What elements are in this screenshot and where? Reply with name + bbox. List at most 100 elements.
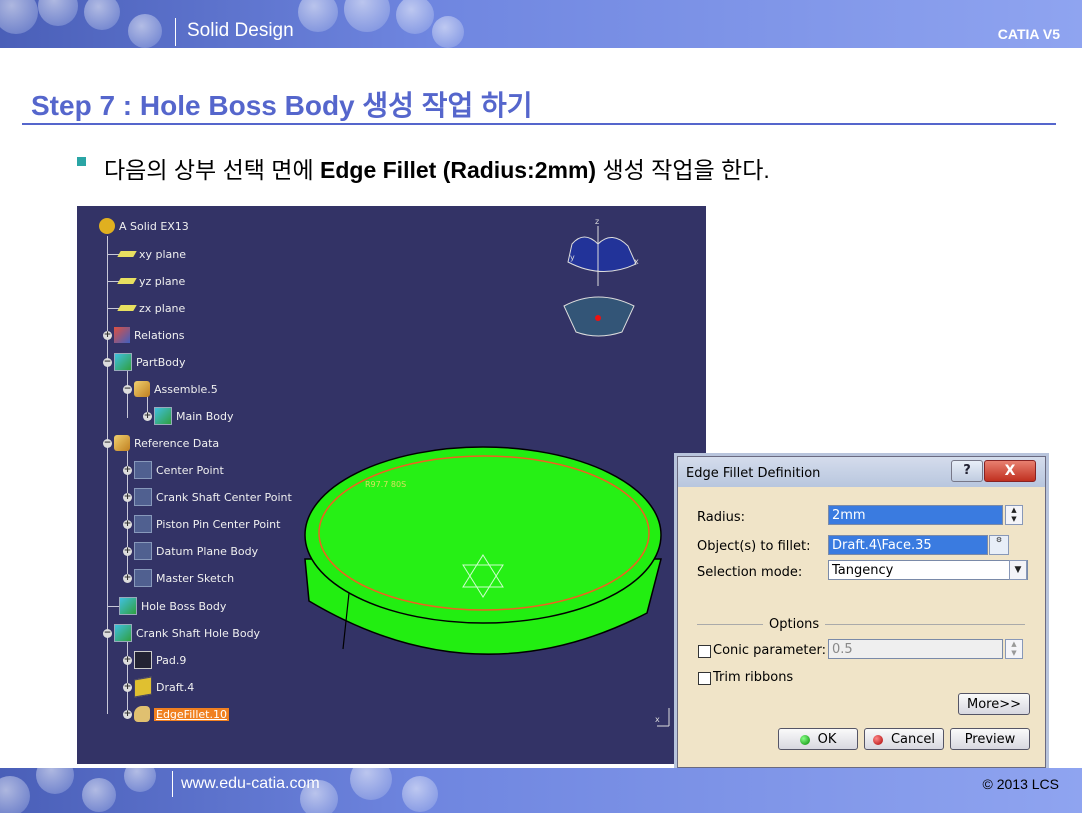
expand-icon[interactable]: + bbox=[103, 330, 112, 340]
objects-field[interactable]: Draft.4\Face.35 bbox=[828, 535, 988, 555]
instruction-post: 생성 작업을 한다. bbox=[596, 157, 770, 183]
instruction-bold: Edge Fillet (Radius:2mm) bbox=[320, 157, 597, 183]
tree-item-yz-plane[interactable]: yz plane bbox=[107, 270, 185, 292]
conic-label: Conic parameter: bbox=[713, 643, 826, 658]
ok-label: OK bbox=[817, 732, 837, 747]
pad-icon bbox=[134, 651, 152, 669]
cancel-button[interactable]: Cancel bbox=[864, 728, 944, 750]
plane-icon bbox=[117, 300, 137, 316]
assemble-icon bbox=[134, 381, 150, 397]
selection-mode-label: Selection mode: bbox=[697, 565, 803, 580]
instruction-text: 다음의 상부 선택 면에 Edge Fillet (Radius:2mm) 생성… bbox=[104, 151, 770, 185]
expand-icon[interactable]: + bbox=[143, 411, 152, 421]
tree-item-relations[interactable]: + Relations bbox=[103, 324, 185, 346]
help-button[interactable]: ? bbox=[951, 460, 983, 482]
preview-button[interactable]: Preview bbox=[950, 728, 1030, 750]
header-separator bbox=[175, 18, 176, 46]
axis-y-label: y bbox=[570, 253, 575, 262]
step-title: Step 7 : Hole Boss Body 생성 작업 하기 bbox=[31, 90, 533, 121]
expand-icon[interactable]: + bbox=[123, 682, 132, 692]
trim-ribbons-checkbox[interactable] bbox=[698, 672, 711, 685]
footer-copyright: © 2013 LCS bbox=[982, 776, 1059, 792]
tree-item-reference-data[interactable]: − Reference Data bbox=[103, 432, 219, 454]
header-title: Solid Design bbox=[187, 20, 294, 41]
plane-icon bbox=[117, 273, 137, 289]
footer-separator bbox=[172, 771, 173, 797]
fillet-icon bbox=[134, 706, 150, 722]
tree-item-crank-center[interactable]: + Crank Shaft Center Point bbox=[123, 486, 292, 508]
point-icon bbox=[134, 515, 152, 533]
multi-selection-icon[interactable]: ⚙ bbox=[989, 535, 1009, 555]
axis-triad-icon: x bbox=[655, 708, 670, 727]
expand-icon[interactable]: + bbox=[123, 465, 132, 475]
body-icon bbox=[119, 597, 137, 615]
boss-model[interactable]: R97.7 80S bbox=[297, 431, 677, 691]
close-button[interactable]: X bbox=[984, 460, 1036, 482]
tree-item-center-point[interactable]: + Center Point bbox=[123, 459, 224, 481]
conic-checkbox[interactable] bbox=[698, 645, 711, 658]
tree-item-assemble[interactable]: − Assemble.5 bbox=[123, 378, 218, 400]
conic-input[interactable]: 0.5 bbox=[828, 639, 1003, 659]
radius-spinner[interactable]: ▲ ▼ bbox=[1005, 505, 1023, 525]
tree-item-draft[interactable]: + Draft.4 bbox=[123, 676, 194, 698]
body-icon bbox=[114, 624, 132, 642]
ok-button[interactable]: OK bbox=[778, 728, 858, 750]
expand-icon[interactable]: + bbox=[123, 655, 132, 665]
options-label: Options bbox=[769, 617, 820, 632]
axis-z-label: z bbox=[595, 217, 599, 226]
tree-item-zx-plane[interactable]: zx plane bbox=[107, 297, 185, 319]
plane-icon bbox=[117, 246, 137, 262]
tree-item-piston-center[interactable]: + Piston Pin Center Point bbox=[123, 513, 280, 535]
footer-band: www.edu-catia.com © 2013 LCS bbox=[0, 768, 1082, 813]
part-icon bbox=[99, 218, 115, 234]
catia-viewport[interactable]: A Solid EX13 xy plane yz plane zx plane … bbox=[77, 206, 706, 764]
point-icon bbox=[134, 461, 152, 479]
tree-item-partbody[interactable]: − PartBody bbox=[103, 351, 185, 373]
expand-icon[interactable]: + bbox=[123, 546, 132, 556]
dialog-title: Edge Fillet Definition bbox=[686, 466, 821, 481]
footer-url[interactable]: www.edu-catia.com bbox=[181, 775, 320, 793]
bullet-icon bbox=[77, 157, 86, 166]
chevron-down-icon[interactable]: ▼ bbox=[1009, 560, 1027, 580]
tree-item-crank-hole-body[interactable]: − Crank Shaft Hole Body bbox=[103, 622, 260, 644]
cancel-icon bbox=[872, 734, 883, 745]
compass-icon[interactable]: z y x bbox=[562, 214, 642, 344]
point-icon bbox=[134, 488, 152, 506]
cancel-label: Cancel bbox=[890, 732, 936, 747]
tree-item-xy-plane[interactable]: xy plane bbox=[107, 243, 186, 265]
relations-icon bbox=[114, 327, 130, 343]
face-tag: R97.7 80S bbox=[365, 480, 406, 489]
conic-spinner[interactable]: ▲ ▼ bbox=[1005, 639, 1023, 659]
options-divider-right bbox=[825, 624, 1025, 625]
expand-icon[interactable]: + bbox=[123, 573, 132, 583]
expand-icon[interactable]: + bbox=[123, 519, 132, 529]
selection-mode-select[interactable]: Tangency bbox=[828, 560, 1028, 580]
product-name: CATIA V5 bbox=[997, 26, 1060, 42]
tree-item-pad[interactable]: + Pad.9 bbox=[123, 649, 186, 671]
more-button[interactable]: More>> bbox=[958, 693, 1030, 715]
tree-item-hole-boss-body[interactable]: Hole Boss Body bbox=[107, 595, 226, 617]
tree-item-master-sketch[interactable]: + Master Sketch bbox=[123, 567, 234, 589]
tree-root[interactable]: A Solid EX13 bbox=[99, 215, 189, 237]
collapse-icon[interactable]: − bbox=[103, 628, 112, 638]
axis-x-label: x bbox=[634, 257, 639, 266]
ok-icon bbox=[799, 734, 810, 745]
expand-icon[interactable]: + bbox=[123, 492, 132, 502]
options-divider-left bbox=[697, 624, 763, 625]
tree-item-edge-fillet[interactable]: + EdgeFillet.10 bbox=[123, 703, 229, 725]
trim-ribbons-label: Trim ribbons bbox=[713, 670, 794, 685]
edge-fillet-dialog: Edge Fillet Definition ? X Radius: 2mm ▲… bbox=[677, 456, 1046, 768]
tree-item-main-body[interactable]: + Main Body bbox=[143, 405, 234, 427]
collapse-icon[interactable]: − bbox=[123, 384, 132, 394]
svg-text:x: x bbox=[655, 715, 660, 724]
body-icon bbox=[154, 407, 172, 425]
header-band: Solid Design CATIA V5 bbox=[0, 0, 1082, 48]
radius-label: Radius: bbox=[697, 510, 745, 525]
expand-icon[interactable]: + bbox=[123, 709, 132, 719]
radius-input[interactable]: 2mm bbox=[828, 505, 1003, 525]
sketch-icon bbox=[134, 569, 152, 587]
tree-item-datum-plane-body[interactable]: + Datum Plane Body bbox=[123, 540, 258, 562]
collapse-icon[interactable]: − bbox=[103, 438, 112, 448]
body-icon bbox=[114, 353, 132, 371]
collapse-icon[interactable]: − bbox=[103, 357, 112, 367]
